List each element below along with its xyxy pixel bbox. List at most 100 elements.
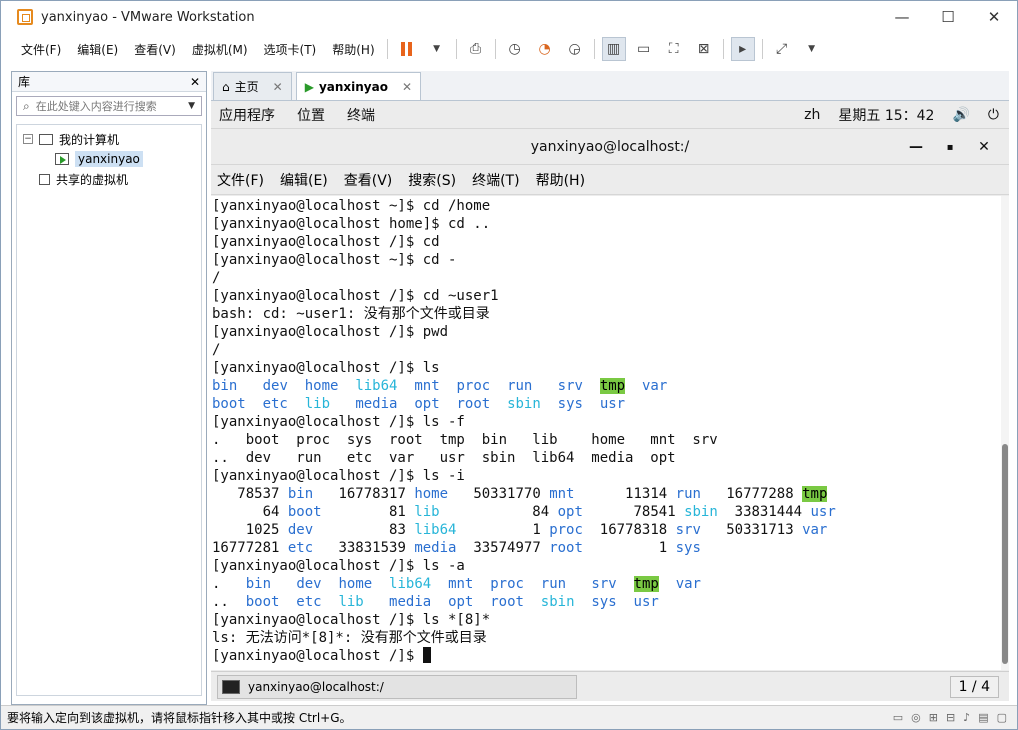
terminal-menu-help[interactable]: 帮助(H) [536,170,585,190]
terminal-text: sbin [684,504,718,520]
sidebar-toggle-icon[interactable]: ▥ [601,37,626,61]
volume-icon[interactable]: 🔊 [952,107,969,123]
terminal-close-icon[interactable]: ✕ [967,139,1001,155]
terminal-text: bash: cd: ~user1: 没有那个文件或目录 [212,306,490,322]
snapshot-icon[interactable]: ◷ [503,37,527,61]
menu-file[interactable]: 文件(F) [13,41,69,58]
power-icon[interactable]: ⏻ [988,107,999,123]
sound-icon[interactable]: ♪ [963,711,970,724]
terminal-text: etc [296,594,322,610]
clock[interactable]: 星期五 15：42 [838,105,934,125]
terminal-text: boot [245,594,280,610]
menu-help[interactable]: 帮助(H) [324,41,382,58]
fullscreen-icon[interactable]: ⛶ [662,37,686,61]
terminal-text: dev [262,378,288,394]
terminal-text: srv [557,378,583,394]
menu-tabs[interactable]: 选项卡(T) [256,41,325,58]
terminal-line: [yanxinyao@localhost home]$ cd .. [212,215,1001,233]
terminal-text: 78541 [582,504,685,520]
terminal-text: . boot proc sys root tmp bin lib home mn… [212,432,718,448]
terminal-text: [yanxinyao@localhost /]$ ls -f [212,414,465,430]
terminal-text: lib64 [355,378,398,394]
tab-vm[interactable]: ▶ yanxinyao ✕ [295,72,422,100]
thumbnail-bar-icon[interactable]: ▭ [632,37,656,61]
terminal-menu-search[interactable]: 搜索(S) [408,170,456,190]
terminal-text: 78537 [212,486,288,502]
terminal-maximize-icon[interactable]: ▪ [933,142,967,153]
close-icon[interactable]: ✕ [971,1,1017,33]
terminal-line: .. boot etc lib media opt root sbin sys … [212,593,1001,611]
minimize-icon[interactable]: — [879,1,925,33]
terminal-menu-terminal[interactable]: 终端(T) [472,170,519,190]
terminal-line: . boot proc sys root tmp bin lib home mn… [212,431,1001,449]
cdrom-icon[interactable]: ◎ [911,711,921,724]
terminal-text: media [389,594,432,610]
collapse-icon[interactable]: − [23,134,33,144]
revert-snapshot-icon[interactable]: ◔ [533,37,557,61]
terminal-scrollbar[interactable] [1001,196,1009,670]
unity-icon[interactable]: ⊠ [692,37,716,61]
stretch-dropdown-icon[interactable]: ▼ [800,37,824,61]
terminal-text: usr [633,594,659,610]
terminal-line: [yanxinyao@localhost ~]$ cd - [212,251,1001,269]
hdd-icon[interactable]: ▭ [893,711,903,724]
terminal-text: mnt [549,486,575,502]
gnome-terminal-menu[interactable]: 终端 [347,105,375,125]
maximize-icon[interactable]: ☐ [925,1,971,33]
network-icon[interactable]: ⊞ [929,711,938,724]
printer-icon[interactable]: ▤ [978,711,988,724]
terminal-text: proc [549,522,583,538]
tab-close-icon[interactable]: ✕ [402,80,412,94]
console-view-icon[interactable]: ▸ [730,37,755,61]
terminal-text: sbin [540,594,575,610]
library-close-icon[interactable]: ✕ [190,75,200,89]
terminal-menu-file[interactable]: 文件(F) [217,170,264,190]
tab-bar: ⌂ 主页 ✕ ▶ yanxinyao ✕ [211,71,1009,101]
library-search-input[interactable]: ⌕ 在此处键入内容进行搜索 ▼ [16,96,202,116]
scrollbar-thumb[interactable] [1002,444,1008,664]
tree-item-shared[interactable]: 共享的虚拟机 [17,169,201,189]
pause-icon[interactable] [395,37,419,61]
terminal-minimize-icon[interactable]: — [899,139,933,155]
menu-view[interactable]: 查看(V) [126,41,184,58]
terminal-text: srv [675,522,701,538]
gnome-places-menu[interactable]: 位置 [297,105,325,125]
title-bar: yanxinyao - VMware Workstation — ☐ ✕ [1,1,1017,33]
usb-icon[interactable]: ⊟ [946,711,955,724]
terminal-menu-edit[interactable]: 编辑(E) [280,170,328,190]
display-icon[interactable]: ▢ [997,711,1007,724]
vmware-app-icon [17,9,33,25]
terminal-line: 1025 dev 83 lib64 1 proc 16778318 srv 50… [212,521,1001,539]
send-ctrl-alt-del-icon[interactable]: ⎙ [464,37,488,61]
stretch-icon[interactable]: ⤢ [770,37,794,61]
terminal-text: mnt [448,576,474,592]
terminal-output[interactable]: [yanxinyao@localhost ~]$ cd /home [yanxin… [211,196,1001,670]
terminal-menu-view[interactable]: 查看(V) [344,170,393,190]
pause-dropdown-icon[interactable]: ▼ [425,37,449,61]
vm-running-icon [55,153,69,165]
workspace-pager[interactable]: 1 / 4 [949,675,999,698]
tab-home[interactable]: ⌂ 主页 ✕ [213,72,292,100]
chevron-down-icon[interactable]: ▼ [188,101,195,111]
menu-edit[interactable]: 编辑(E) [69,41,126,58]
vm-console[interactable]: 应用程序 位置 终端 zh 星期五 15：42 🔊 ⏻ yanxinyao@lo… [211,101,1009,701]
tab-close-icon[interactable]: ✕ [273,80,283,94]
terminal-cursor [422,647,431,663]
tree-item-vm[interactable]: yanxinyao [17,149,201,169]
snapshot-manager-icon[interactable]: ◶ [563,37,587,61]
taskbar-terminal-item[interactable]: yanxinyao@localhost:/ [217,674,577,699]
menu-vm[interactable]: 虚拟机(M) [184,41,256,58]
tree-item-my-computer[interactable]: − 我的计算机 [17,129,201,149]
gnome-applications-menu[interactable]: 应用程序 [219,105,275,125]
input-language[interactable]: zh [804,107,820,123]
terminal-line: / [212,341,1001,359]
